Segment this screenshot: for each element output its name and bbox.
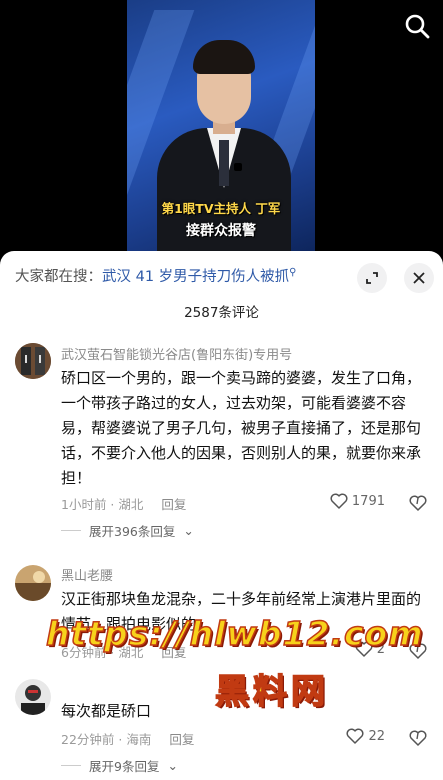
divider-line: [61, 530, 81, 531]
close-icon: [413, 272, 425, 284]
presenter-tie: [219, 140, 229, 186]
expand-replies[interactable]: 展开396条回复 ⌄: [61, 521, 194, 540]
avatar-image: [15, 565, 51, 601]
comment-time: 22分钟前 · 海南: [61, 732, 152, 747]
like-count: 22: [368, 728, 385, 744]
comment-author[interactable]: 武汉萤石智能锁光谷店(鲁阳东街)专用号: [61, 344, 292, 363]
comment-meta: 22分钟前 · 海南 回复: [61, 729, 194, 748]
video-player[interactable]: 第1眼TV主持人 丁军 接群众报警: [0, 0, 443, 256]
expand-replies[interactable]: 展开9条回复 ⌄: [61, 756, 178, 775]
heart-icon: [330, 493, 348, 509]
reply-button[interactable]: 回复: [169, 732, 194, 747]
expand-icon: [366, 272, 378, 284]
dislike-icon[interactable]: [409, 729, 427, 747]
close-button[interactable]: [404, 263, 434, 293]
reply-button[interactable]: 回复: [161, 497, 186, 512]
chevron-down-icon: ⌄: [183, 523, 194, 538]
presenter-hair: [193, 40, 255, 74]
dislike-icon[interactable]: [409, 494, 427, 512]
comment-time: 1小时前 · 湖北: [61, 497, 144, 512]
like-count: 1791: [351, 493, 385, 509]
like-button[interactable]: 1791: [330, 493, 385, 509]
avatar[interactable]: [15, 565, 51, 601]
trending-search-keyword[interactable]: 武汉 41 岁男子持刀伤人被抓: [102, 269, 289, 285]
search-button[interactable]: [403, 12, 431, 40]
trending-search[interactable]: 大家都在搜：武汉 41 岁男子持刀伤人被抓⚲: [15, 265, 345, 286]
video-frame[interactable]: 第1眼TV主持人 丁军 接群众报警: [127, 0, 315, 256]
comment-count: 2587条评论: [184, 305, 259, 321]
watermark-name: 黑料网: [214, 671, 329, 713]
mini-search-icon: ⚲: [289, 267, 297, 279]
watermark-url: https://hlwb12.com: [45, 613, 424, 654]
comment-text: 硚口区一个男的，跟一个卖马蹄的婆婆，发生了口角，一个带孩子路过的女人，过去劝架，…: [61, 369, 422, 487]
expand-replies-label: 展开396条回复: [89, 524, 176, 539]
like-button[interactable]: 22: [346, 728, 385, 744]
divider-line: [61, 765, 81, 766]
trending-search-prefix: 大家都在搜：: [15, 269, 102, 285]
comment-meta: 1小时前 · 湖北 回复: [61, 494, 186, 513]
video-caption-host: 第1眼TV主持人 丁军: [161, 201, 281, 216]
heart-icon: [346, 728, 364, 744]
expand-replies-label: 展开9条回复: [89, 759, 160, 774]
avatar-image: [15, 343, 51, 379]
avatar-image: [15, 679, 51, 715]
expand-button[interactable]: [357, 263, 387, 293]
comment-author[interactable]: 黑山老腰: [61, 565, 113, 584]
video-caption-title: 接群众报警: [186, 223, 256, 239]
lapel-mic: [234, 163, 242, 171]
avatar[interactable]: [15, 679, 51, 715]
avatar[interactable]: [15, 343, 51, 379]
chevron-down-icon: ⌄: [167, 758, 178, 773]
search-icon: [405, 14, 430, 39]
